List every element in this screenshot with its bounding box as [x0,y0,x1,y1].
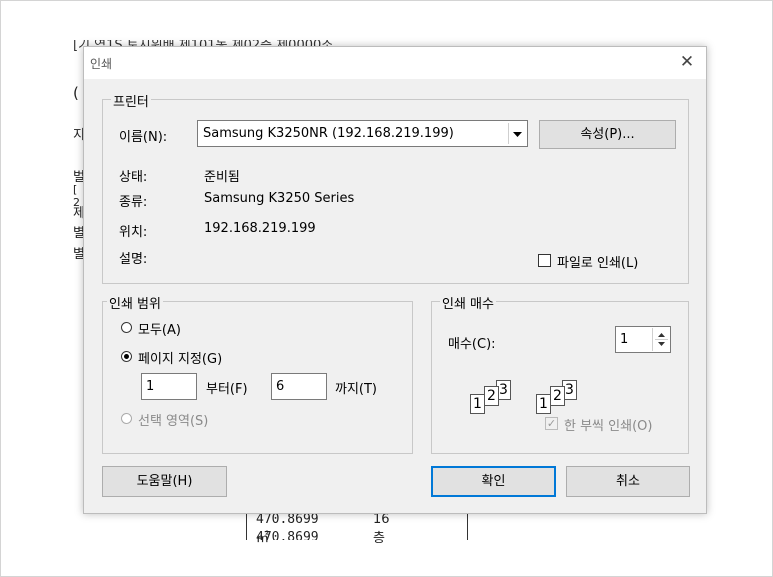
page-number: 2 [487,388,496,404]
selection-label: 선택 영역(S) [138,414,209,429]
printer-group-legend: 프린터 [111,91,151,110]
background-floor-value: 16층 [373,512,390,546]
page-range-radio[interactable] [121,351,132,362]
page-number: 3 [499,382,508,398]
page-icon: 2 [550,386,565,406]
printer-group: 프린터 이름(N): Samsung K3250NR (192.168.219.… [102,91,689,284]
where-label: 위치: [119,225,148,240]
page-icon: 1 [536,394,551,414]
dialog-titlebar[interactable]: 인쇄 ✕ [84,47,706,79]
to-page-input[interactable]: 6 [271,373,327,400]
help-button[interactable]: 도움말(H) [102,466,227,497]
printer-name-value: Samsung K3250NR (192.168.219.199) [203,126,454,141]
chevron-down-icon [513,132,522,137]
all-pages-label[interactable]: 모두(A) [138,319,181,338]
page-icon: 2 [484,386,499,406]
from-page-input[interactable]: 1 [141,373,197,400]
background-table-line [246,512,247,540]
status-label: 상태: [119,170,148,185]
print-range-legend: 인쇄 범위 [107,293,163,312]
copies-count-label: 매수(C): [448,337,496,352]
spinner-arrows-icon [655,333,668,346]
where-value: 192.168.219.199 [204,221,316,236]
page-icon: 1 [470,394,485,414]
status-value: 준비됨 [204,170,240,185]
page-range-label[interactable]: 페이지 지정(G) [138,348,222,367]
copies-group: 인쇄 매수 매수(C): 1 3 2 1 3 2 1 ✓ 한 부씩 인쇄(O) [431,293,689,454]
page-number: 2 [553,388,562,404]
type-label: 종류: [119,195,148,210]
printer-name-label: 이름(N): [119,130,168,145]
ok-button[interactable]: 확인 [431,466,556,497]
collate-checkbox: ✓ [545,417,558,430]
background-char: ( [73,84,79,102]
from-label: 부터(F) [206,382,248,397]
background-area-value: 470.8699㎡ [256,530,319,540]
to-label: 까지(T) [335,382,378,397]
background-char: 별 [73,226,83,241]
page-number: 1 [539,396,548,412]
print-to-file-label[interactable]: 파일로 인쇄(L) [557,252,638,271]
page-number: 1 [473,396,482,412]
copies-count-spinner[interactable]: 1 [615,326,671,353]
close-icon[interactable]: ✕ [678,53,696,71]
all-pages-radio[interactable] [121,322,132,333]
collate-label: 한 부씩 인쇄(O) [564,419,653,434]
print-to-file-checkbox[interactable] [538,254,551,267]
copies-count-value: 1 [620,332,629,347]
copies-legend: 인쇄 매수 [440,293,496,312]
printer-name-select[interactable]: Samsung K3250NR (192.168.219.199) [197,120,528,147]
print-dialog: 인쇄 ✕ 프린터 이름(N): Samsung K3250NR (192.168… [83,46,707,514]
background-table-line [467,512,468,540]
selection-radio [121,413,132,424]
comment-label: 설명: [119,252,148,267]
dropdown-button[interactable] [508,123,526,144]
cancel-button[interactable]: 취소 [566,466,690,497]
spinner-buttons[interactable] [652,328,670,351]
properties-button[interactable]: 속성(P)... [539,120,676,149]
dialog-title: 인쇄 [90,57,113,71]
type-value: Samsung K3250 Series [204,191,355,206]
page-number: 3 [565,382,574,398]
print-range-group: 인쇄 범위 모두(A) 페이지 지정(G) 1 부터(F) 6 까지(T) 선택… [102,293,413,454]
background-area-value: 470.8699㎡ [256,512,319,546]
